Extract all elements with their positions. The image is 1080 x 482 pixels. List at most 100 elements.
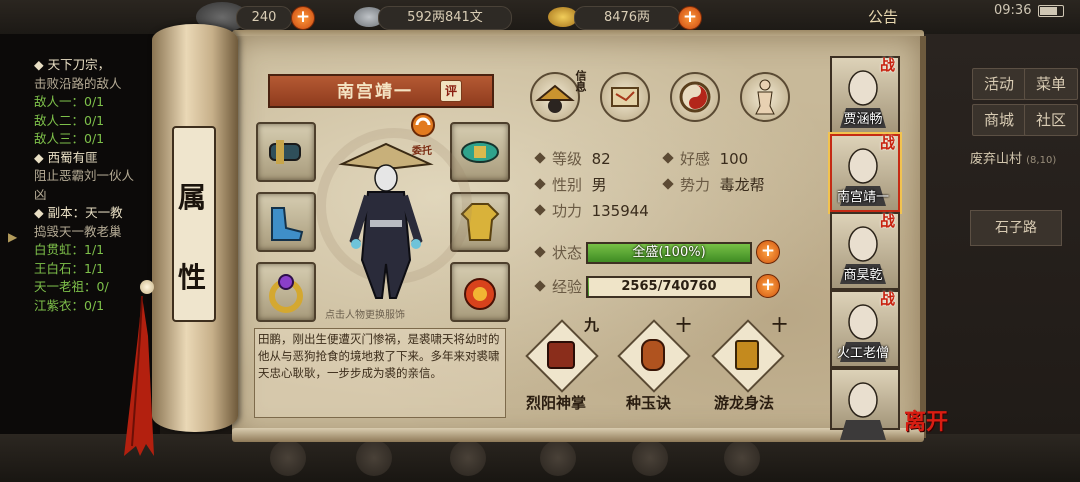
tassel-icon (124, 296, 154, 456)
meridian-tab[interactable] (740, 72, 790, 122)
stat-favor: 好感 100 (662, 148, 748, 169)
road-button[interactable]: 石子路 (970, 210, 1062, 246)
gold-value: 8476两 (603, 10, 651, 25)
quest-line: 阻止恶霸刘一伙人 (34, 168, 135, 183)
belt-icon (461, 141, 499, 163)
quest-line: 王白石：1/1 (34, 260, 105, 276)
evaluate-button[interactable]: 评 (440, 80, 462, 102)
body-meridian-icon (755, 79, 775, 115)
battery-icon (1038, 5, 1064, 17)
entrust-label: 委托 (412, 146, 432, 157)
skill-book-icon (735, 340, 759, 370)
clock: 09:36 (994, 3, 1032, 18)
quest-line: 天一老祖：0/ (34, 279, 109, 294)
bottom-menu-icon[interactable] (724, 440, 760, 476)
shop-button[interactable]: 商城 (972, 104, 1026, 136)
stat-power: 功力 135944 (534, 200, 649, 221)
stat-level: 等级 82 (534, 148, 611, 169)
skill-slot-zhongyu[interactable] (617, 319, 691, 393)
quest-line: 敌人一：0/1 (34, 94, 105, 109)
exp-bar-text: 2565/740760 (621, 279, 717, 294)
bottom-menu-icon[interactable] (540, 440, 576, 476)
battle-badge: 战 (880, 290, 896, 308)
exp-label: 经验 (534, 276, 582, 297)
party-member-card[interactable] (830, 368, 900, 440)
character-name: 南宫靖一 (337, 82, 413, 102)
menu-button[interactable]: 菜单 (1024, 68, 1078, 100)
stat-gender: 性别 男 (534, 174, 607, 195)
activity-button[interactable]: 活动 (972, 68, 1026, 100)
scroll-title-top: 属 (177, 181, 206, 214)
battle-badge: 战 (880, 56, 896, 74)
quest-line: 江紫衣：0/1 (34, 297, 105, 313)
diamond-icon (534, 152, 546, 164)
quest-collapse-arrow-icon[interactable]: ▶ (8, 230, 20, 248)
change-outfit-hint: 点击人物更换服饰 (325, 310, 405, 321)
portrait-icon (840, 382, 886, 440)
exp-bar: 2565/740760 (586, 276, 752, 298)
battle-badge: 战 (880, 134, 896, 152)
community-button[interactable]: 社区 (1024, 104, 1078, 136)
bottom-menu-icon[interactable] (356, 440, 392, 476)
diamond-icon (534, 246, 546, 258)
status-bar-text: 全盛(100%) (632, 245, 706, 260)
entrust-icon[interactable] (410, 112, 436, 142)
bottom-menu-icon[interactable] (632, 440, 668, 476)
add-stamina-button[interactable]: + (291, 6, 315, 30)
equip-slot-boots[interactable] (256, 192, 316, 252)
character-bio: 田鹏，刚出生便遭灭门惨祸，是裘啸天将幼时的他从与恶狗抢食的境地救了下来。多年来对… (258, 332, 500, 380)
skill-name: 游龙身法 (714, 394, 775, 412)
bottom-menu-icon[interactable] (270, 440, 306, 476)
stamina-counter: 240 (236, 6, 292, 30)
silver-counter: 592两841文 (378, 6, 512, 30)
scroll-title-bottom: 性 (177, 261, 206, 294)
stamina-value: 240 (251, 10, 277, 25)
bagua-tab[interactable] (670, 72, 720, 122)
quest-line: ◆ 天下刀宗， (34, 57, 111, 72)
amulet-icon (464, 278, 496, 310)
bottom-menu-icon[interactable] (450, 440, 486, 476)
notice-button[interactable]: 公告 (868, 6, 898, 27)
diamond-icon (662, 178, 674, 190)
skill-name: 种玉诀 (626, 394, 672, 412)
equip-slot-accessory[interactable] (450, 262, 510, 322)
ring-icon (269, 274, 303, 313)
party-member-name: 南宫靖一 (836, 190, 889, 205)
skill-slot-lieyang[interactable] (525, 319, 599, 393)
battle-badge: 战 (880, 212, 896, 230)
map-tab[interactable] (600, 72, 650, 122)
scroll-map-icon (611, 87, 639, 107)
restore-status-button[interactable]: + (756, 240, 780, 264)
character-figure[interactable] (336, 140, 436, 302)
boots-icon (271, 207, 304, 241)
skill-scroll-icon (641, 339, 665, 371)
scroll-bottom-edge (232, 428, 924, 442)
party-member-name: 火工老僧 (836, 346, 889, 361)
bagua-icon (679, 81, 711, 113)
skill-book-icon (547, 341, 575, 369)
diamond-icon (534, 280, 546, 292)
party-member-name: 商昊乾 (843, 268, 883, 283)
diamond-icon (534, 178, 546, 190)
status-label: 状态 (534, 242, 582, 263)
info-tab-label: 信息 (574, 70, 587, 92)
quest-line: 击败沿路的敌人 (34, 75, 122, 91)
skill-name: 烈阳神掌 (526, 394, 587, 412)
skill-slot-youlong[interactable] (711, 319, 785, 393)
add-exp-button[interactable]: + (756, 274, 780, 298)
quest-line: 敌人三：0/1 (34, 131, 105, 146)
quest-line: 捣毁天一教老巢 (34, 223, 122, 239)
leave-button[interactable]: 离开 (904, 404, 948, 436)
quest-line: 凶 (34, 186, 47, 202)
equip-slot-ring[interactable] (256, 262, 316, 322)
location-label: 废弃山村 (8,10) (970, 148, 1056, 167)
quest-line: ◆ 西蜀有匪 (34, 149, 98, 165)
stat-faction: 势力 毒龙帮 (662, 174, 765, 195)
quest-line: 白贯虹：1/1 (34, 242, 105, 257)
gold-counter: 8476两 (574, 6, 680, 30)
add-gold-button[interactable]: + (678, 6, 702, 30)
diamond-icon (534, 204, 546, 216)
location-name: 废弃山村 (970, 152, 1023, 167)
location-coords: (8,10) (1026, 155, 1057, 166)
equip-slot-bracer[interactable] (256, 122, 316, 182)
